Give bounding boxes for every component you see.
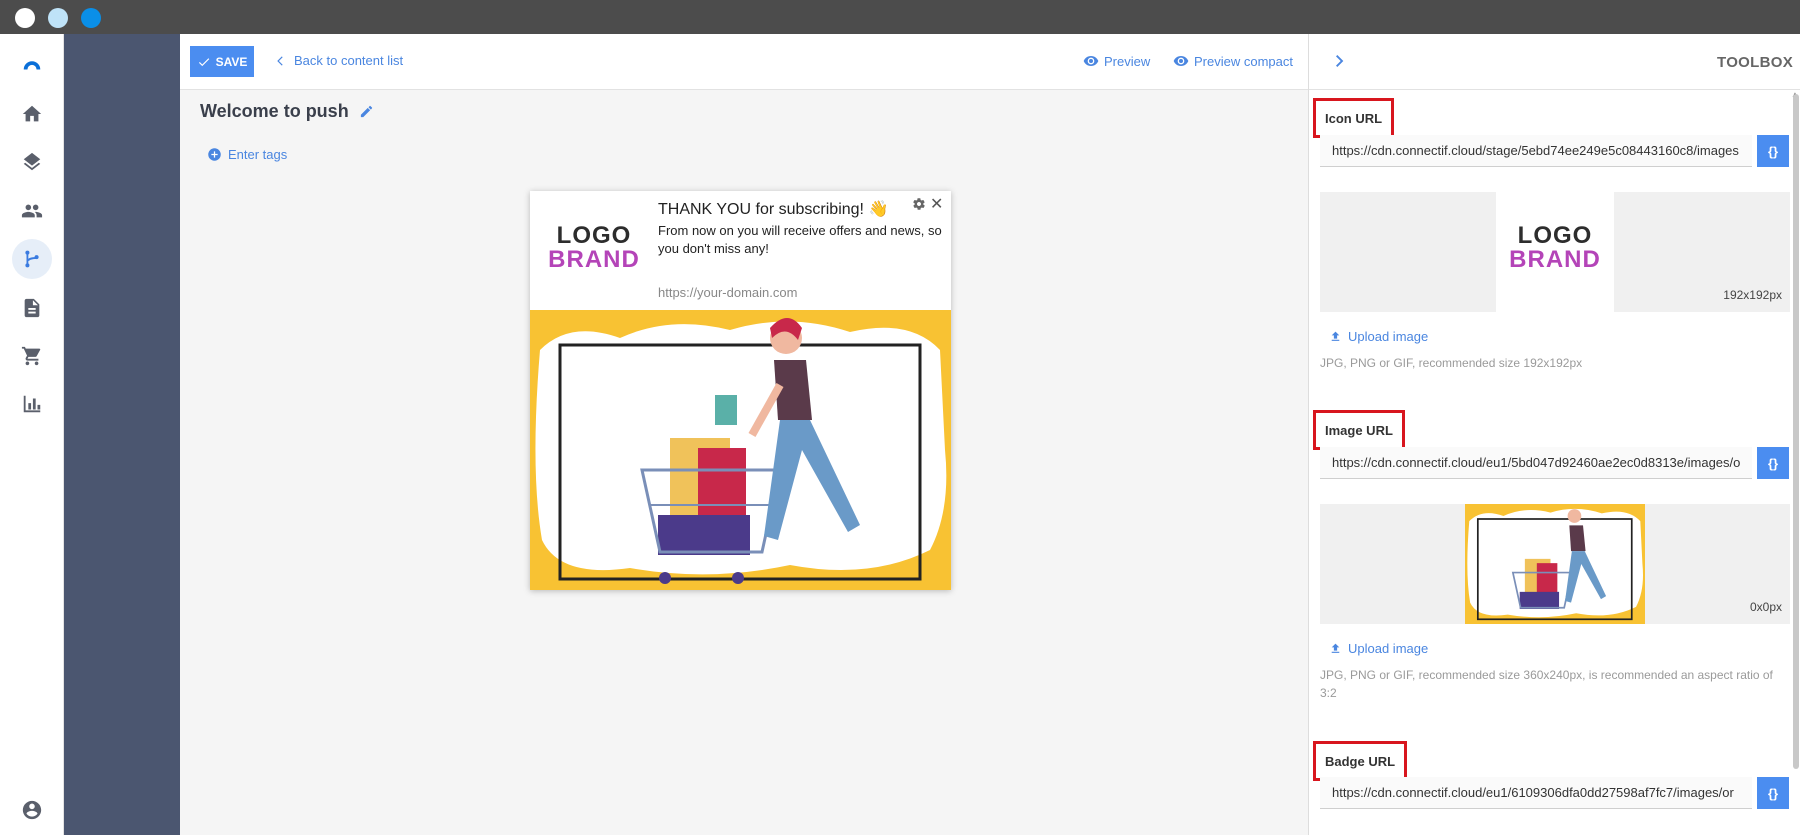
window-minimize-dot[interactable] [48,8,68,28]
icon-hint: JPG, PNG or GIF, recommended size 192x19… [1320,356,1583,370]
image-url-label: Image URL [1313,410,1405,450]
image-upload-image-link[interactable]: Upload image [1329,641,1428,656]
icon-url-variable-button[interactable]: {} [1757,135,1789,167]
image-preview: 0x0px [1320,504,1790,624]
workflow-icon[interactable] [12,239,52,279]
secondary-nav-panel [64,34,180,835]
icon-url-input[interactable]: https://cdn.connectif.cloud/stage/5ebd74… [1320,135,1752,167]
image-hint: JPG, PNG or GIF, recommended size 360x24… [1320,668,1773,700]
layers-icon[interactable] [12,142,52,182]
icon-url-label: Icon URL [1313,98,1395,138]
image-upload-label: Upload image [1348,641,1429,656]
upload-icon [1331,331,1340,341]
preview-link[interactable]: Preview [1083,53,1150,69]
preview-compact-label: Preview compact [1194,53,1293,69]
notification-title: THANK YOU for subscribing! 👋 [658,201,889,218]
close-icon[interactable]: ✕ [930,194,943,214]
chevron-right-icon[interactable] [1332,53,1348,69]
notification-logo: LOGO BRAND [546,224,642,272]
home-icon[interactable] [12,94,52,134]
page-title: Welcome to push [200,101,374,122]
badge-url-variable-button[interactable]: {} [1757,777,1789,809]
save-button[interactable]: SAVE [190,46,254,77]
notification-url: https://your-domain.com [658,285,798,300]
window-titlebar [0,0,1800,34]
icon-logo-line1: LOGO [1517,222,1593,249]
toolbox-scrollbar[interactable] [1793,94,1799,769]
icon-preview-logo: LOGO BRAND [1496,192,1614,312]
image-dimensions: 0x0px [1745,600,1786,614]
account-icon[interactable] [12,790,52,830]
icon-upload-label: Upload image [1348,329,1429,344]
image-preview-thumbnail [1465,504,1645,624]
enter-tags-link[interactable]: Enter tags [207,147,287,162]
toolbox-panel: TOOLBOX ▲ Icon URL https://cdn.connectif… [1308,34,1800,835]
notification-hero-image [530,310,951,590]
icon-logo-line2: BRAND [1509,246,1601,273]
toolbox-title: TOOLBOX [1717,54,1793,71]
notification-body: From now on you will receive offers and … [658,223,942,256]
icon-dimensions: 192x192px [1719,288,1786,302]
save-button-label: SAVE [215,54,248,69]
enter-tags-label: Enter tags [228,147,288,162]
contacts-icon[interactable] [12,191,52,231]
gear-icon[interactable] [912,197,926,211]
page-title-text: Welcome to push [200,101,349,121]
chevron-left-icon [277,55,283,66]
image-url-variable-button[interactable]: {} [1757,447,1789,479]
check-icon [198,57,209,66]
content-icon[interactable] [12,288,52,328]
left-icon-rail [0,34,64,835]
window-close-dot[interactable] [15,8,35,28]
upload-icon [1331,643,1340,653]
cart-icon[interactable] [12,336,52,376]
logo-text-line1: LOGO [556,222,632,249]
plus-circle-icon [208,148,221,161]
pencil-icon[interactable] [359,104,374,119]
brand-logo-icon[interactable] [12,44,52,84]
eye-icon [1173,56,1189,66]
preview-compact-link[interactable]: Preview compact [1173,53,1293,69]
toolbox-header: TOOLBOX [1309,34,1800,90]
image-url-input[interactable]: https://cdn.connectif.cloud/eu1/5bd047d9… [1320,447,1752,479]
icon-upload-image-link[interactable]: Upload image [1329,329,1428,344]
badge-url-label: Badge URL [1313,741,1408,781]
editor-topbar: SAVE Back to content list Preview Previe… [180,34,1308,90]
analytics-icon[interactable] [12,384,52,424]
back-to-content-list-link[interactable]: Back to content list [276,53,403,68]
icon-image-preview: LOGO BRAND 192x192px [1320,192,1790,312]
eye-icon [1083,56,1099,66]
badge-url-input[interactable]: https://cdn.connectif.cloud/eu1/6109306d… [1320,777,1752,809]
window-maximize-dot[interactable] [81,8,101,28]
push-notification-preview: LOGO BRAND THANK YOU for subscribing! 👋 … [530,191,951,590]
back-link-label: Back to content list [294,53,404,68]
editor-main: SAVE Back to content list Preview Previe… [180,34,1308,835]
logo-text-line2: BRAND [548,246,640,273]
preview-label: Preview [1104,53,1151,69]
